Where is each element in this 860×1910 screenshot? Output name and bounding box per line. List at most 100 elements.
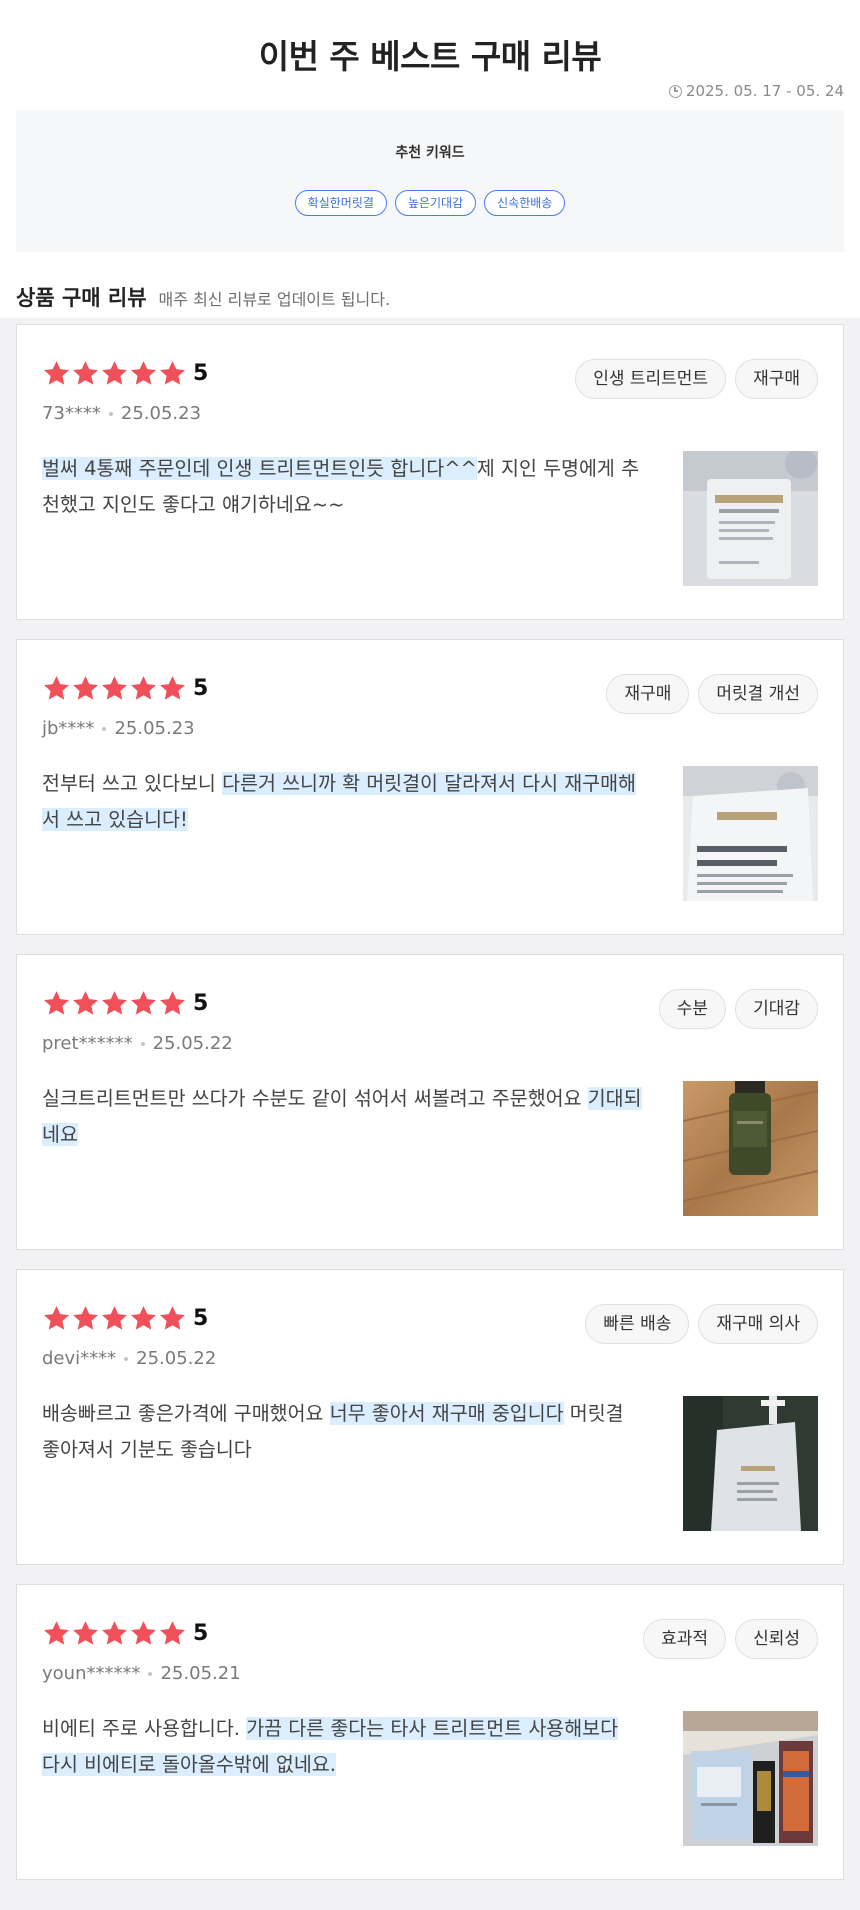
review-card[interactable]: 5 jb**** 25.05.23 재구매 머릿결 개선전부터 쓰고 있다보니 다른거 … bbox=[16, 639, 844, 935]
star-icon bbox=[42, 674, 71, 703]
review-photo[interactable] bbox=[683, 1081, 818, 1216]
review-tag[interactable]: 머릿결 개선 bbox=[698, 674, 818, 714]
star-icon bbox=[129, 1619, 158, 1648]
section-title: 상품 구매 리뷰 bbox=[16, 286, 147, 310]
page: 이번 주 베스트 구매 리뷰 2025. 05. 17 - 05. 24 추천 … bbox=[0, 0, 860, 1910]
star-icon bbox=[100, 674, 129, 703]
reviewer-id: jb**** bbox=[42, 718, 95, 739]
star-rating: 5 bbox=[42, 1619, 208, 1648]
star-icon bbox=[100, 989, 129, 1018]
review-tags: 수분 기대감 bbox=[658, 989, 818, 1029]
separator-dot bbox=[102, 726, 107, 731]
reviewer-id: devi**** bbox=[42, 1348, 117, 1369]
star-icon bbox=[158, 674, 187, 703]
review-text-segment: 실크트리트먼트만 쓰다가 수분도 같이 섞어서 써볼려고 주문했어요 bbox=[42, 1087, 588, 1110]
date-range: 2025. 05. 17 - 05. 24 bbox=[668, 82, 844, 100]
star-icon bbox=[158, 359, 187, 388]
review-meta: devi**** 25.05.22 bbox=[42, 1348, 216, 1369]
review-tag[interactable]: 효과적 bbox=[643, 1619, 727, 1659]
review-tag[interactable]: 빠른 배송 bbox=[585, 1304, 690, 1344]
review-card[interactable]: 5 devi**** 25.05.22 빠른 배송 재구매 의사배송빠르고 좋은가격에 … bbox=[16, 1269, 844, 1565]
keyword-chip[interactable]: 신속한배송 bbox=[484, 190, 566, 216]
rating-score: 5 bbox=[193, 991, 209, 1016]
star-icon bbox=[100, 1619, 129, 1648]
star-icon bbox=[42, 359, 71, 388]
review-tag[interactable]: 수분 bbox=[658, 989, 727, 1029]
review-tag[interactable]: 인생 트리트먼트 bbox=[575, 359, 727, 399]
star-icon bbox=[158, 1619, 187, 1648]
review-tags: 인생 트리트먼트 재구매 bbox=[575, 359, 818, 399]
reviewer-id: pret****** bbox=[42, 1033, 133, 1054]
review-text: 배송빠르고 좋은가격에 구매했어요 너무 좋아서 재구매 중입니다 머릿결 좋아… bbox=[42, 1396, 642, 1468]
review-tags: 효과적 신뢰성 bbox=[643, 1619, 818, 1659]
review-tag[interactable]: 재구매 의사 bbox=[698, 1304, 818, 1344]
separator-dot bbox=[148, 1671, 153, 1676]
clock-icon bbox=[668, 84, 682, 98]
keyword-chips: 확실한머릿결 높은기대감 신속한배송 bbox=[16, 190, 844, 216]
review-tags: 빠른 배송 재구매 의사 bbox=[585, 1304, 818, 1344]
keyword-chip[interactable]: 확실한머릿결 bbox=[294, 190, 387, 216]
review-photo[interactable] bbox=[683, 1711, 818, 1846]
highlighted-text: 너무 좋아서 재구매 중입니다 bbox=[329, 1402, 564, 1425]
review-tag[interactable]: 신뢰성 bbox=[735, 1619, 818, 1659]
keyword-box: 추천 키워드 확실한머릿결 높은기대감 신속한배송 bbox=[16, 110, 844, 252]
review-text-segment: 비에티 주로 사용합니다. bbox=[42, 1717, 247, 1740]
review-photo[interactable] bbox=[683, 1396, 818, 1531]
review-text: 실크트리트먼트만 쓰다가 수분도 같이 섞어서 써볼려고 주문했어요 기대되네요 bbox=[42, 1081, 642, 1153]
star-icon bbox=[100, 1304, 129, 1333]
rating-score: 5 bbox=[193, 1306, 209, 1331]
star-icon bbox=[100, 359, 129, 388]
section-subtitle: 매주 최신 리뷰로 업데이트 됩니다. bbox=[158, 290, 391, 309]
star-icon bbox=[71, 989, 100, 1018]
review-text: 전부터 쓰고 있다보니 다른거 쓰니까 확 머릿결이 달라져서 다시 재구매해서… bbox=[42, 766, 642, 838]
review-date: 25.05.23 bbox=[120, 403, 202, 424]
star-icon bbox=[71, 359, 100, 388]
review-date: 25.05.23 bbox=[114, 718, 195, 739]
star-icon bbox=[71, 1304, 100, 1333]
star-rating: 5 bbox=[42, 989, 208, 1018]
star-icon bbox=[129, 674, 158, 703]
review-text-segment: 배송빠르고 좋은가격에 구매했어요 bbox=[42, 1402, 330, 1425]
review-tags: 재구매 머릿결 개선 bbox=[606, 674, 818, 714]
review-date: 25.05.22 bbox=[136, 1348, 217, 1369]
star-icon bbox=[158, 989, 187, 1018]
highlighted-text: 벌써 4통째 주문인데 인생 트리트먼트인듯 합니다^^ bbox=[42, 457, 477, 480]
review-text: 벌써 4통째 주문인데 인생 트리트먼트인듯 합니다^^제 지인 두명에게 추천… bbox=[42, 451, 642, 523]
review-meta: youn****** 25.05.21 bbox=[42, 1663, 241, 1684]
review-photo[interactable] bbox=[683, 451, 818, 586]
review-card[interactable]: 5 73**** 25.05.23 인생 트리트먼트 재구매벌써 4통째 주문인데 인생… bbox=[16, 324, 844, 620]
date-range-text: 2025. 05. 17 - 05. 24 bbox=[685, 82, 844, 100]
star-icon bbox=[129, 359, 158, 388]
review-text-segment: 전부터 쓰고 있다보니 bbox=[42, 772, 223, 795]
star-icon bbox=[42, 1304, 71, 1333]
section-header: 상품 구매 리뷰 매주 최신 리뷰로 업데이트 됩니다. bbox=[16, 282, 390, 312]
separator-dot bbox=[108, 411, 113, 416]
star-icon bbox=[129, 989, 158, 1018]
star-icon bbox=[129, 1304, 158, 1333]
star-icon bbox=[42, 989, 71, 1018]
review-card[interactable]: 5 pret****** 25.05.22 수분 기대감실크트리트먼트만 쓰다가 수분도… bbox=[16, 954, 844, 1250]
review-date: 25.05.22 bbox=[152, 1033, 233, 1054]
keyword-chip[interactable]: 높은기대감 bbox=[394, 190, 477, 216]
review-text: 비에티 주로 사용합니다. 가끔 다른 좋다는 타사 트리트먼트 사용해보다 다… bbox=[42, 1711, 642, 1783]
star-rating: 5 bbox=[42, 1304, 208, 1333]
review-tag[interactable]: 기대감 bbox=[735, 989, 818, 1029]
star-icon bbox=[42, 1619, 71, 1648]
separator-dot bbox=[124, 1356, 129, 1361]
review-meta: pret****** 25.05.22 bbox=[42, 1033, 233, 1054]
review-photo[interactable] bbox=[683, 766, 818, 901]
review-card[interactable]: 5 youn****** 25.05.21 효과적 신뢰성비에티 주로 사용합니다. 가… bbox=[16, 1584, 844, 1880]
review-meta: 73**** 25.05.23 bbox=[42, 403, 201, 424]
rating-score: 5 bbox=[193, 1621, 209, 1646]
rating-score: 5 bbox=[193, 361, 209, 386]
star-icon bbox=[158, 1304, 187, 1333]
review-meta: jb**** 25.05.23 bbox=[42, 718, 195, 739]
keyword-label: 추천 키워드 bbox=[395, 145, 465, 161]
star-icon bbox=[71, 1619, 100, 1648]
separator-dot bbox=[140, 1041, 145, 1046]
review-date: 25.05.21 bbox=[160, 1663, 241, 1684]
review-tag[interactable]: 재구매 bbox=[735, 359, 818, 399]
star-rating: 5 bbox=[42, 359, 208, 388]
review-tag[interactable]: 재구매 bbox=[606, 674, 690, 714]
star-rating: 5 bbox=[42, 674, 208, 703]
